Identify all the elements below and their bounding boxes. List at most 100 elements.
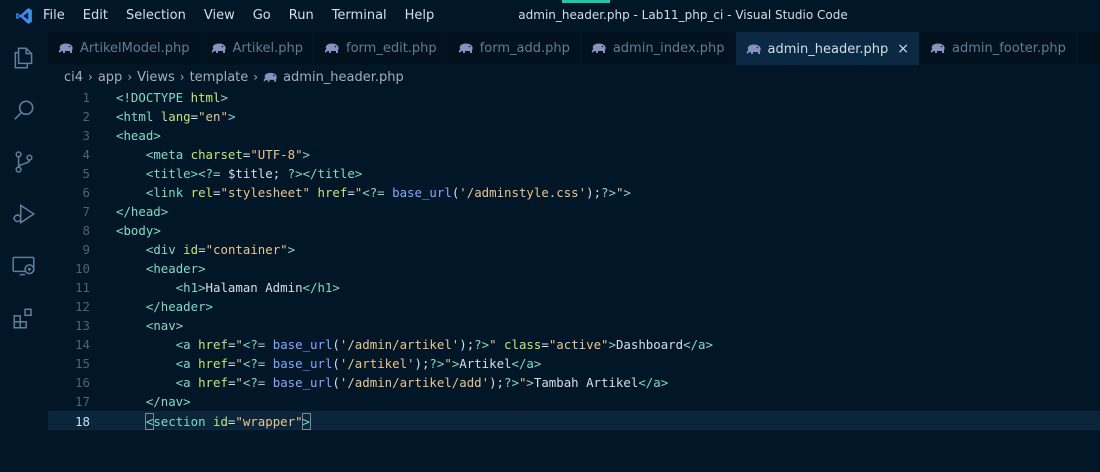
breadcrumb-item[interactable]: app	[98, 70, 122, 85]
menu-edit[interactable]: Edit	[74, 0, 117, 31]
menu-file[interactable]: File	[43, 0, 74, 31]
code-token: Dashboard	[615, 337, 684, 352]
code-line[interactable]: 5 <title><?= $title; ?></title>	[48, 164, 1100, 183]
line-number: 11	[75, 280, 90, 295]
code-token: title	[153, 166, 191, 181]
close-tab-icon[interactable]: ×	[897, 41, 909, 57]
menu-terminal[interactable]: Terminal	[323, 0, 396, 31]
tab-admin-header[interactable]: admin_header.php ×	[735, 31, 920, 65]
code-token: </	[302, 280, 318, 295]
code-token: DOCTYPE	[130, 90, 184, 105]
breadcrumb-item[interactable]: admin_header.php	[283, 70, 404, 85]
line-number: 4	[82, 147, 90, 162]
code-token: meta	[153, 147, 184, 162]
run-debug-icon[interactable]	[0, 190, 48, 238]
menu-view[interactable]: View	[195, 0, 244, 31]
code-text: <html lang="en">	[116, 107, 235, 126]
vscode-logo-icon[interactable]	[0, 0, 48, 31]
breadcrumb-item[interactable]: ci4	[64, 70, 83, 85]
explorer-icon[interactable]	[0, 34, 48, 82]
tab-admin-index[interactable]: admin_index.php	[580, 31, 736, 65]
code-text: </nav>	[116, 392, 191, 411]
tab-form-edit[interactable]: form_edit.php	[314, 31, 448, 65]
code-token: >	[205, 299, 213, 314]
code-token: "active"	[548, 337, 609, 352]
breadcrumb-item[interactable]: Views	[137, 70, 175, 85]
tab-form-add[interactable]: form_add.php	[447, 31, 581, 65]
code-line[interactable]: 8 <body>	[48, 221, 1100, 240]
code-token: a	[698, 337, 706, 352]
menu-help[interactable]: Help	[396, 0, 444, 31]
line-number: 14	[75, 337, 90, 352]
code-token: <?=	[242, 337, 266, 352]
code-token: href	[198, 337, 228, 352]
code-token: =	[347, 185, 355, 200]
code-token: (	[332, 356, 340, 371]
code-line[interactable]: 17 </nav>	[48, 392, 1100, 411]
code-line[interactable]: 11 <h1>Halaman Admin</h1>	[48, 278, 1100, 297]
code-token: </	[145, 394, 161, 409]
line-number: 6	[82, 185, 90, 200]
code-token: head	[123, 128, 154, 143]
code-token: >	[608, 337, 616, 352]
title-accent-bar	[562, 0, 610, 3]
code-line[interactable]: 13 <nav>	[48, 316, 1100, 335]
code-line[interactable]: 18 <section id="wrapper">	[48, 411, 1100, 430]
code-token: <?=	[198, 166, 221, 181]
code-token: div	[153, 242, 176, 257]
code-line[interactable]: 9 <div id="container">	[48, 240, 1100, 259]
line-number: 1	[82, 90, 90, 105]
code-line[interactable]: 12 </header>	[48, 297, 1100, 316]
tab-label: form_edit.php	[346, 41, 437, 56]
code-text: </head>	[116, 202, 168, 221]
code-token: base_url	[272, 375, 333, 390]
code-text: <!DOCTYPE html>	[116, 88, 228, 107]
code-token: >	[302, 147, 310, 162]
code-line[interactable]: 3 <head>	[48, 126, 1100, 145]
breadcrumb-item[interactable]: template	[190, 70, 249, 85]
code-token: >	[660, 375, 669, 390]
code-token: Halaman Admin	[205, 280, 303, 295]
code-token: (	[332, 337, 340, 352]
code-line[interactable]: 7 </head>	[48, 202, 1100, 221]
code-line[interactable]: 2 <html lang="en">	[48, 107, 1100, 126]
code-line[interactable]: 16 <a href="<?= base_url('/admin/artikel…	[48, 373, 1100, 392]
code-text: <title><?= $title; ?></title>	[116, 164, 362, 183]
code-token: '/adminstyle.css'	[459, 185, 587, 200]
code-text: <link rel="stylesheet" href="<?= base_ur…	[116, 183, 631, 202]
code-line[interactable]: 10 <header>	[48, 259, 1100, 278]
code-line[interactable]: 15 <a href="<?= base_url('/artikel');?>"…	[48, 354, 1100, 373]
source-control-icon[interactable]	[0, 138, 48, 186]
code-editor[interactable]: 1 <!DOCTYPE html> 2 <html lang="en"> 3 <head>…	[48, 88, 1100, 472]
search-icon[interactable]	[0, 86, 48, 134]
menu-run[interactable]: Run	[280, 0, 323, 31]
menu-selection[interactable]: Selection	[117, 0, 195, 31]
code-line[interactable]: 6 <link rel="stylesheet" href="<?= base_…	[48, 183, 1100, 202]
tab-artikel[interactable]: Artikel.php	[200, 31, 315, 65]
code-token: href	[198, 375, 228, 390]
remote-explorer-icon[interactable]	[0, 242, 48, 290]
line-number: 10	[75, 261, 90, 276]
code-token: );	[489, 375, 505, 390]
code-token: </	[302, 166, 318, 181]
tab-artikelmodel[interactable]: ArtikelModel.php	[48, 31, 201, 65]
code-token: ?>	[504, 375, 519, 390]
code-token: ?>	[287, 166, 303, 181]
tab-label: admin_index.php	[612, 41, 725, 56]
code-line[interactable]: 1 <!DOCTYPE html>	[48, 88, 1100, 107]
code-token: >	[220, 90, 228, 105]
tab-admin-footer[interactable]: admin_footer.php	[919, 31, 1077, 65]
code-token: a	[526, 356, 534, 371]
code-token: html	[123, 109, 154, 124]
chevron-right-icon: ›	[253, 70, 259, 84]
menu-go[interactable]: Go	[244, 0, 280, 31]
extensions-icon[interactable]	[0, 294, 48, 342]
code-line[interactable]: 4 <meta charset="UTF-8">	[48, 145, 1100, 164]
code-line[interactable]: 14 <a href="<?= base_url('/admin/artikel…	[48, 335, 1100, 354]
